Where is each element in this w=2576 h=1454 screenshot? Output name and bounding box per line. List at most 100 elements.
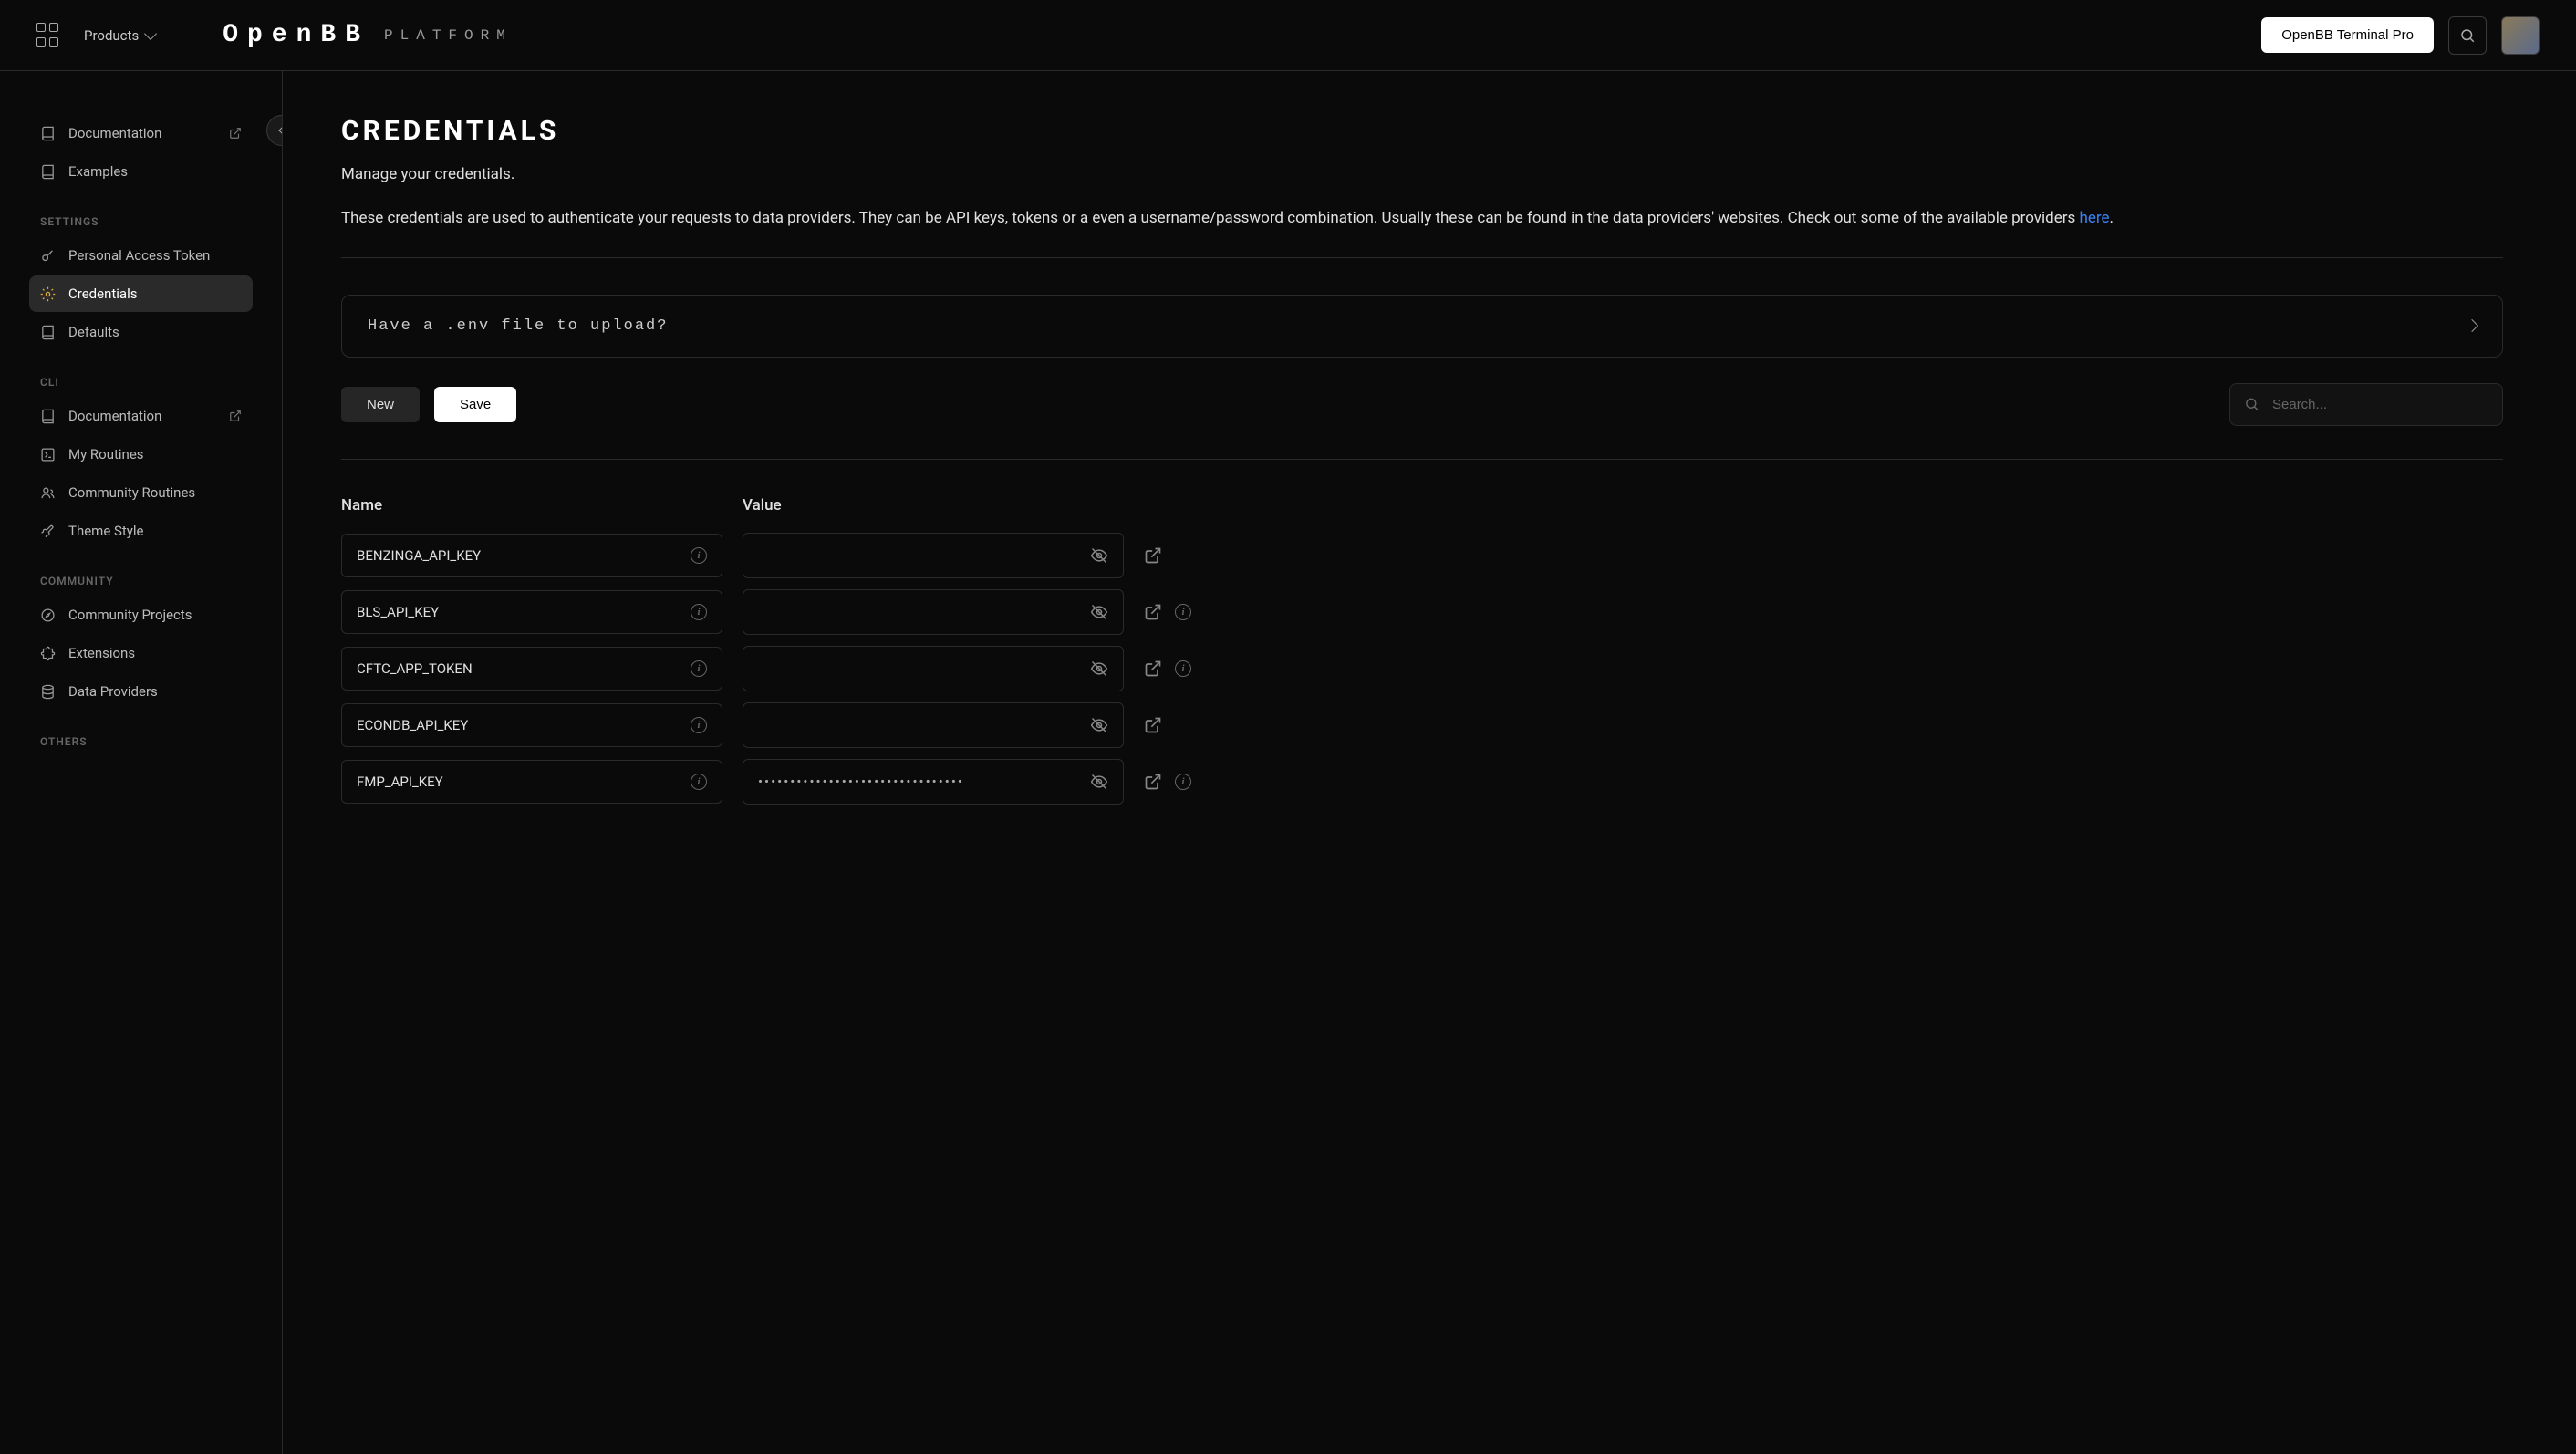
info-icon[interactable] xyxy=(1175,604,1191,620)
credential-name-field[interactable]: BENZINGA_API_KEY xyxy=(341,534,722,577)
eye-off-icon[interactable] xyxy=(1090,773,1108,791)
info-icon[interactable] xyxy=(691,604,707,620)
sidebar-item-community-projects[interactable]: Community Projects xyxy=(29,597,253,633)
search-input[interactable] xyxy=(2229,383,2503,426)
sidebar-item-credentials[interactable]: Credentials xyxy=(29,275,253,312)
divider xyxy=(341,257,2503,258)
credential-row: ECONDB_API_KEY xyxy=(341,702,2503,748)
credential-name-text: FMP_API_KEY xyxy=(357,774,443,790)
eye-off-icon[interactable] xyxy=(1090,546,1108,565)
logo-text: OpenBB xyxy=(223,21,369,49)
sidebar-heading: CLI xyxy=(40,376,253,389)
sidebar-item-examples[interactable]: Examples xyxy=(29,153,253,190)
sidebar-item-label: Data Providers xyxy=(68,683,158,700)
header-left: Products OpenBB PLATFORM xyxy=(36,21,513,49)
main-content: CREDENTIALS Manage your credentials. The… xyxy=(283,71,2576,1454)
book-icon xyxy=(40,325,56,340)
page-title: CREDENTIALS xyxy=(341,115,2503,147)
sidebar-item-label: Community Routines xyxy=(68,484,195,501)
terminal-pro-button[interactable]: OpenBB Terminal Pro xyxy=(2261,17,2434,53)
page-description: These credentials are used to authentica… xyxy=(341,205,2503,232)
credential-value-field[interactable] xyxy=(743,589,1124,635)
eye-off-icon[interactable] xyxy=(1090,716,1108,734)
credential-row: BENZINGA_API_KEY xyxy=(341,533,2503,578)
column-header-value: Value xyxy=(743,496,782,514)
description-link[interactable]: here xyxy=(2080,209,2110,227)
eye-off-icon[interactable] xyxy=(1090,659,1108,678)
sidebar-item-documentation[interactable]: Documentation xyxy=(29,398,253,434)
sidebar-item-data-providers[interactable]: Data Providers xyxy=(29,673,253,710)
sidebar-collapse-button[interactable] xyxy=(266,115,283,146)
credential-name-text: CFTC_APP_TOKEN xyxy=(357,660,473,677)
credential-value-text: •••••••••••••••••••••••••••••••• xyxy=(758,774,1090,790)
credential-value-field[interactable]: •••••••••••••••••••••••••••••••• xyxy=(743,759,1124,805)
sidebar-heading: SETTINGS xyxy=(40,215,253,228)
credential-name-field[interactable]: FMP_API_KEY xyxy=(341,760,722,804)
row-actions xyxy=(1144,546,1162,565)
key-icon xyxy=(40,248,56,264)
upload-env-box[interactable]: Have a .env file to upload? xyxy=(341,295,2503,358)
info-icon[interactable] xyxy=(1175,774,1191,790)
sidebar-item-community-routines[interactable]: Community Routines xyxy=(29,474,253,511)
sidebar-item-defaults[interactable]: Defaults xyxy=(29,314,253,350)
apps-grid-icon[interactable] xyxy=(36,23,62,48)
avatar[interactable] xyxy=(2501,16,2540,55)
gear-icon xyxy=(40,286,56,302)
sidebar-item-label: Credentials xyxy=(68,286,137,302)
sidebar-item-personal-access-token[interactable]: Personal Access Token xyxy=(29,237,253,274)
sidebar-item-label: Community Projects xyxy=(68,607,192,623)
credential-row: CFTC_APP_TOKEN xyxy=(341,646,2503,691)
sidebar-item-label: Extensions xyxy=(68,645,135,661)
sidebar-heading: COMMUNITY xyxy=(40,575,253,587)
external-link-icon[interactable] xyxy=(1144,546,1162,565)
new-button[interactable]: New xyxy=(341,387,420,422)
sidebar-item-label: Personal Access Token xyxy=(68,247,210,264)
chevron-left-icon xyxy=(278,125,283,135)
sidebar-item-extensions[interactable]: Extensions xyxy=(29,635,253,671)
search-icon xyxy=(2244,397,2259,412)
row-actions xyxy=(1144,773,1191,791)
sidebar-item-theme-style[interactable]: Theme Style xyxy=(29,513,253,549)
info-icon[interactable] xyxy=(691,774,707,790)
credential-value-field[interactable] xyxy=(743,702,1124,748)
sidebar-heading: OTHERS xyxy=(40,735,253,748)
toolbar: New Save xyxy=(341,383,2503,426)
info-icon[interactable] xyxy=(691,660,707,677)
credential-value-field[interactable] xyxy=(743,533,1124,578)
divider xyxy=(341,459,2503,460)
global-search-button[interactable] xyxy=(2448,16,2487,55)
sidebar-item-label: Theme Style xyxy=(68,523,144,539)
external-link-icon[interactable] xyxy=(1144,659,1162,678)
products-dropdown[interactable]: Products xyxy=(84,27,155,44)
credential-name-text: BLS_API_KEY xyxy=(357,604,439,620)
script-icon xyxy=(40,447,56,462)
info-icon[interactable] xyxy=(691,717,707,733)
info-icon[interactable] xyxy=(1175,660,1191,677)
sidebar-item-documentation[interactable]: Documentation xyxy=(29,115,253,151)
credential-value-field[interactable] xyxy=(743,646,1124,691)
info-icon[interactable] xyxy=(691,547,707,564)
credential-name-field[interactable]: BLS_API_KEY xyxy=(341,590,722,634)
logo[interactable]: OpenBB PLATFORM xyxy=(223,21,513,49)
eye-off-icon[interactable] xyxy=(1090,603,1108,621)
search-field xyxy=(2229,383,2503,426)
sidebar-item-my-routines[interactable]: My Routines xyxy=(29,436,253,473)
description-text-2: . xyxy=(2110,209,2114,227)
upload-prompt-text: Have a .env file to upload? xyxy=(368,317,668,335)
external-link-icon[interactable] xyxy=(1144,773,1162,791)
row-actions xyxy=(1144,659,1191,678)
products-label: Products xyxy=(84,27,139,44)
credential-name-field[interactable]: ECONDB_API_KEY xyxy=(341,703,722,747)
save-button[interactable]: Save xyxy=(434,387,516,422)
external-link-icon[interactable] xyxy=(1144,716,1162,734)
row-actions xyxy=(1144,716,1162,734)
credential-row: BLS_API_KEY xyxy=(341,589,2503,635)
brush-icon xyxy=(40,524,56,539)
sidebar-item-label: My Routines xyxy=(68,446,144,462)
table-header: Name Value xyxy=(341,496,2503,514)
credential-name-field[interactable]: CFTC_APP_TOKEN xyxy=(341,647,722,691)
header-right: OpenBB Terminal Pro xyxy=(2261,16,2540,55)
sidebar: Documentation Examples SETTINGS Personal… xyxy=(0,71,283,1454)
external-link-icon[interactable] xyxy=(1144,603,1162,621)
puzzle-icon xyxy=(40,646,56,661)
